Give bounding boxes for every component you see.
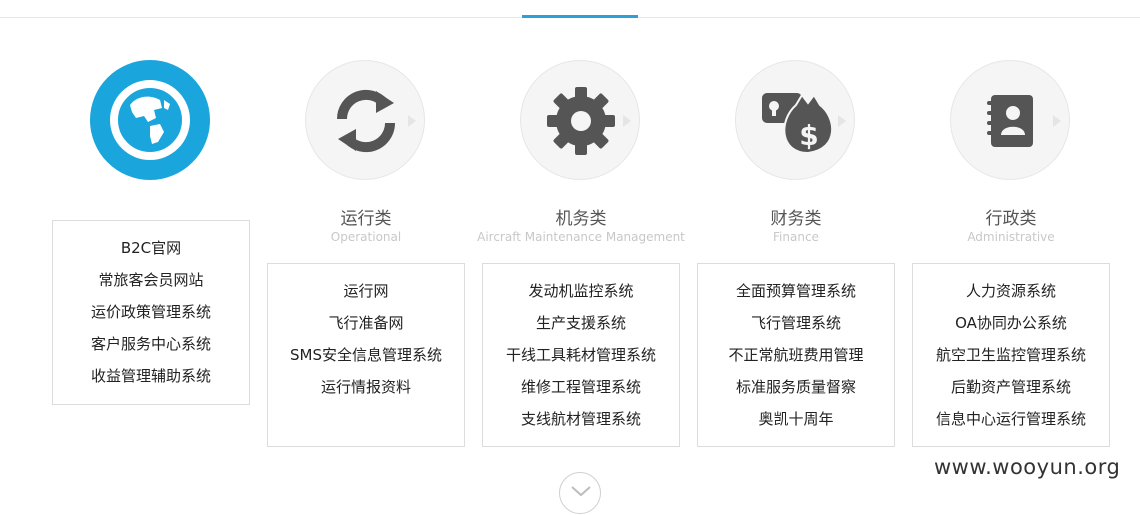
link-item[interactable]: 不正常航班费用管理 xyxy=(698,344,894,376)
globe-icon[interactable] xyxy=(90,60,210,180)
svg-text:$: $ xyxy=(799,119,818,152)
link-item[interactable]: 飞行管理系统 xyxy=(698,312,894,344)
link-item[interactable]: 维修工程管理系统 xyxy=(483,376,679,408)
category-list-maintenance: 发动机监控系统 生产支援系统 干线工具耗材管理系统 维修工程管理系统 支线航材管… xyxy=(482,263,680,447)
address-book-icon[interactable] xyxy=(950,60,1070,180)
link-item[interactable]: 信息中心运行管理系统 xyxy=(913,408,1109,440)
category-list-operational: 运行网 飞行准备网 SMS安全信息管理系统 运行情报资料 xyxy=(267,263,465,447)
category-subtitle: Operational xyxy=(330,230,402,244)
link-item[interactable]: B2C官网 xyxy=(53,237,249,269)
category-list-finance: 全面预算管理系统 飞行管理系统 不正常航班费用管理 标准服务质量督察 奥凯十周年 xyxy=(697,263,895,447)
category-subtitle: Finance xyxy=(773,230,819,244)
link-item[interactable]: 客户服务中心系统 xyxy=(53,333,249,365)
link-item[interactable]: 航空卫生监控管理系统 xyxy=(913,344,1109,376)
watermark: www.wooyun.org xyxy=(934,455,1121,479)
link-item[interactable]: 人力资源系统 xyxy=(913,280,1109,312)
category-column-administrative: 行政类 Administrative 人力资源系统 OA协同办公系统 航空卫生监… xyxy=(912,0,1110,460)
refresh-icon[interactable] xyxy=(305,60,425,180)
link-item[interactable]: SMS安全信息管理系统 xyxy=(268,344,464,376)
link-item[interactable]: 飞行准备网 xyxy=(268,312,464,344)
link-item[interactable]: OA协同办公系统 xyxy=(913,312,1109,344)
category-column-maintenance: 机务类 Aircraft Maintenance Management 发动机监… xyxy=(477,0,685,460)
category-title: 行政类 xyxy=(985,209,1037,229)
category-title: 机务类 xyxy=(555,209,607,229)
link-item[interactable]: 运行网 xyxy=(268,280,464,312)
category-list-b2c: B2C官网 常旅客会员网站 运价政策管理系统 客户服务中心系统 收益管理辅助系统 xyxy=(52,220,250,405)
scroll-down-button[interactable] xyxy=(559,472,601,514)
chevron-down-icon xyxy=(571,486,591,497)
category-title: 财务类 xyxy=(770,209,822,229)
link-item[interactable]: 运价政策管理系统 xyxy=(53,301,249,333)
link-item[interactable]: 奥凯十周年 xyxy=(698,408,894,440)
category-subtitle: Aircraft Maintenance Management xyxy=(477,230,685,244)
money-bag-icon[interactable]: $ xyxy=(735,60,855,180)
link-item[interactable]: 收益管理辅助系统 xyxy=(53,365,249,397)
category-list-administrative: 人力资源系统 OA协同办公系统 航空卫生监控管理系统 后勤资产管理系统 信息中心… xyxy=(912,263,1110,447)
link-item[interactable]: 常旅客会员网站 xyxy=(53,269,249,301)
link-item[interactable]: 后勤资产管理系统 xyxy=(913,376,1109,408)
link-item[interactable]: 发动机监控系统 xyxy=(483,280,679,312)
category-column-operational: 运行类 Operational 运行网 飞行准备网 SMS安全信息管理系统 运行… xyxy=(267,0,465,460)
link-item[interactable]: 全面预算管理系统 xyxy=(698,280,894,312)
link-item[interactable]: 支线航材管理系统 xyxy=(483,408,679,440)
category-subtitle: Administrative xyxy=(967,230,1055,244)
link-item[interactable]: 标准服务质量督察 xyxy=(698,376,894,408)
category-column-finance: $ 财务类 Finance 全面预算管理系统 飞行管理系统 不正常航班费用管理 … xyxy=(697,0,895,460)
category-title: 运行类 xyxy=(340,209,392,229)
link-item[interactable]: 干线工具耗材管理系统 xyxy=(483,344,679,376)
link-item[interactable]: 生产支援系统 xyxy=(483,312,679,344)
category-column-b2c: B2C官网 常旅客会员网站 运价政策管理系统 客户服务中心系统 收益管理辅助系统 xyxy=(52,0,250,460)
gear-icon[interactable] xyxy=(520,60,640,180)
link-item[interactable]: 运行情报资料 xyxy=(268,376,464,408)
